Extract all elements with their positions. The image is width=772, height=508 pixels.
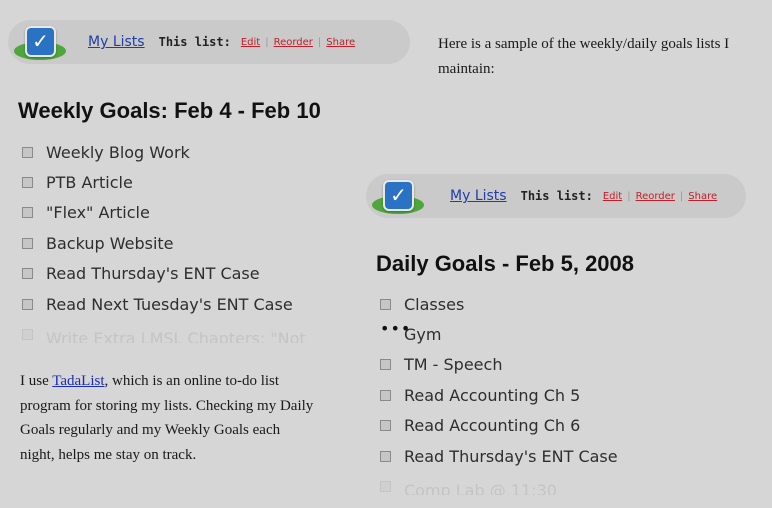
list-item: Write Extra LMSL Chapters: "Not <box>22 329 352 343</box>
list-item: ••• Gym <box>380 319 710 349</box>
list-item: Read Next Tuesday's ENT Case <box>22 289 352 319</box>
tadalist-checkmark-icon: ✓ <box>383 180 414 211</box>
checkbox[interactable] <box>380 298 391 310</box>
list-item: Read Thursday's ENT Case <box>22 259 352 289</box>
reorder-link[interactable]: Reorder <box>636 191 675 202</box>
daily-list-toolbar: ✓ My Lists This list: Edit | Reorder | S… <box>366 174 746 218</box>
tadalist-checkmark-icon: ✓ <box>25 26 56 57</box>
list-item-label: Classes <box>404 294 465 314</box>
list-item: Classes <box>380 289 710 319</box>
tadalist-logo[interactable]: ✓ <box>366 174 428 218</box>
list-item-label: Read Accounting Ch 5 <box>404 385 581 405</box>
list-item-label: Read Next Tuesday's ENT Case <box>46 294 293 314</box>
weekly-goals-list: Weekly Blog Work PTB Article "Flex" Arti… <box>22 137 352 343</box>
list-item-label: TM - Speech <box>404 355 503 375</box>
separator: | <box>627 190 631 202</box>
list-item: Read Accounting Ch 5 <box>380 380 710 410</box>
checkbox[interactable] <box>22 207 33 219</box>
checkbox[interactable] <box>22 237 33 249</box>
checkbox[interactable] <box>22 298 33 310</box>
checkbox[interactable] <box>380 420 391 432</box>
list-item: Comp Lab @ 11:30 <box>380 481 710 495</box>
list-item: TM - Speech <box>380 350 710 380</box>
list-item: "Flex" Article <box>22 198 352 228</box>
daily-goals-list: Classes ••• Gym TM - Speech Read Accounti… <box>380 289 710 495</box>
checkbox[interactable] <box>380 481 391 493</box>
checkbox[interactable] <box>22 329 33 341</box>
checkbox[interactable] <box>22 177 33 189</box>
list-item-label: Write Extra LMSL Chapters: "Not <box>46 329 306 344</box>
footer-text-before: I use <box>20 373 53 389</box>
this-list-label: This list: <box>520 189 593 203</box>
share-link[interactable]: Share <box>688 191 717 202</box>
separator: | <box>679 190 684 202</box>
list-item-label: Read Thursday's ENT Case <box>404 446 618 466</box>
list-item: Read Accounting Ch 6 <box>380 411 710 441</box>
edit-link[interactable]: Edit <box>603 191 622 202</box>
reorder-link[interactable]: Reorder <box>274 37 313 48</box>
list-item-label: Backup Website <box>46 233 174 253</box>
checkbox[interactable] <box>380 450 391 462</box>
intro-text: Here is a sample of the weekly/daily goa… <box>438 36 730 77</box>
my-lists-link[interactable]: My Lists <box>450 188 507 204</box>
this-list-label: This list: <box>158 35 231 49</box>
list-item: Weekly Blog Work <box>22 137 352 167</box>
list-item: Read Thursday's ENT Case <box>380 441 710 471</box>
weekly-list-toolbar: ✓ My Lists This list: Edit | Reorder | S… <box>8 20 410 64</box>
separator: | <box>265 36 269 48</box>
list-item-label: Weekly Blog Work <box>46 142 190 162</box>
list-item-label: PTB Article <box>46 173 133 193</box>
share-link[interactable]: Share <box>326 37 355 48</box>
progress-dots-icon: ••• <box>380 319 412 339</box>
list-item: PTB Article <box>22 167 352 197</box>
checkbox[interactable] <box>22 146 33 158</box>
tadalist-link[interactable]: TadaList <box>52 373 104 389</box>
list-item-label: Comp Lab @ 11:30 <box>404 481 557 496</box>
list-item: Backup Website <box>22 228 352 258</box>
list-item-label: "Flex" Article <box>46 203 150 223</box>
my-lists-link[interactable]: My Lists <box>88 34 145 50</box>
footer-text: I use TadaList, which is an online to-do… <box>20 369 318 467</box>
edit-link[interactable]: Edit <box>241 37 260 48</box>
weekly-goals-title: Weekly Goals: Feb 4 - Feb 10 <box>18 98 321 123</box>
separator: | <box>317 36 322 48</box>
checkbox[interactable] <box>380 389 391 401</box>
checkbox[interactable] <box>380 359 391 371</box>
daily-goals-title: Daily Goals - Feb 5, 2008 <box>376 251 635 276</box>
checkbox[interactable] <box>22 268 33 280</box>
list-item-label: Read Thursday's ENT Case <box>46 264 260 284</box>
tadalist-logo[interactable]: ✓ <box>8 20 70 64</box>
list-item-label: Read Accounting Ch 6 <box>404 416 581 436</box>
